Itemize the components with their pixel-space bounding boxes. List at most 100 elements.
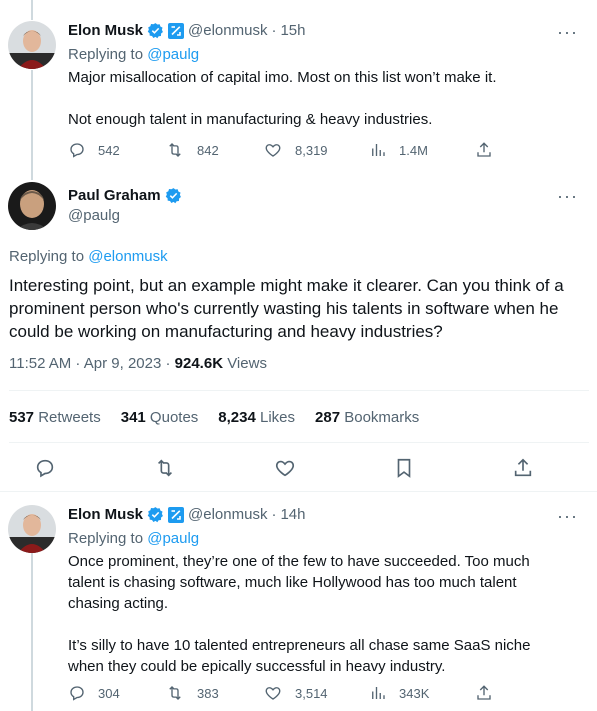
author-handle-row: @paulg [68, 207, 120, 224]
author-handle[interactable]: @elonmusk [188, 22, 267, 39]
divider [0, 491, 597, 492]
reply-icon [70, 143, 84, 158]
bookmarks-count: 287 [315, 409, 341, 426]
heart-icon [265, 144, 281, 157]
like-button[interactable]: 8,319 [263, 141, 369, 159]
separator-dot: · [271, 506, 277, 523]
replying-label: Replying to [68, 46, 144, 63]
timestamp[interactable]: 11:52 AM · Apr 9, 2023 · [9, 355, 175, 372]
views-count: 1.4M [399, 142, 428, 158]
more-horizontal-icon[interactable]: ··· [557, 187, 578, 205]
author-name[interactable]: Elon Musk [68, 506, 143, 523]
bookmarks-stat[interactable]: 287 Bookmarks [315, 409, 419, 426]
retweet-button[interactable]: 383 [165, 684, 263, 702]
retweet-count: 383 [197, 685, 219, 701]
like-count: 8,319 [295, 142, 328, 158]
timestamp[interactable]: 14h [280, 506, 305, 523]
author-name[interactable]: Elon Musk [68, 22, 143, 39]
replying-handle-link[interactable]: @paulg [147, 46, 199, 63]
divider [9, 390, 589, 391]
x-affiliation-icon[interactable] [168, 22, 185, 39]
reply-icon [70, 686, 84, 701]
share-button[interactable] [475, 141, 493, 159]
views-label: Views [223, 355, 267, 372]
author-name[interactable]: Paul Graham [68, 187, 161, 204]
tweet-meta: 11:52 AM · Apr 9, 2023 · 924.6K Views [9, 355, 267, 372]
reply-count: 542 [98, 142, 120, 158]
share-icon [477, 142, 491, 157]
views-button[interactable]: 343K [369, 684, 475, 702]
x-affiliation-icon[interactable] [168, 506, 185, 523]
replying-to: Replying to @paulg [68, 46, 199, 63]
reply-button[interactable] [34, 457, 56, 479]
verified-badge-icon[interactable] [147, 22, 164, 39]
quotes-stat[interactable]: 341 Quotes [121, 409, 199, 426]
divider [9, 442, 589, 443]
replying-label: Replying to [68, 530, 144, 547]
bookmark-button[interactable] [393, 457, 415, 479]
likes-stat[interactable]: 8,234 Likes [218, 409, 295, 426]
replying-label: Replying to [9, 248, 85, 265]
likes-count: 8,234 [218, 409, 256, 426]
views-count: 343K [399, 685, 430, 701]
author-row: Elon Musk @elonmusk · 14h [68, 506, 305, 523]
tweet-actions: 542 842 8,319 1.4M [68, 141, 508, 159]
avatar[interactable] [8, 182, 56, 230]
quotes-label: Quotes [145, 409, 199, 426]
bookmarks-label: Bookmarks [340, 409, 420, 426]
avatar[interactable] [8, 21, 56, 69]
reply-count: 304 [98, 685, 120, 701]
timestamp[interactable]: 15h [280, 22, 305, 39]
replying-to: Replying to @elonmusk [9, 248, 168, 265]
like-button[interactable]: 3,514 [263, 684, 369, 702]
separator-dot: · [271, 22, 277, 39]
verified-badge-icon[interactable] [147, 506, 164, 523]
engagement-stats: 537 Retweets 341 Quotes 8,234 Likes 287 … [9, 409, 439, 426]
tweet-text: Interesting point, but an example might … [9, 276, 564, 341]
retweet-button[interactable] [153, 457, 177, 479]
replying-to: Replying to @paulg [68, 530, 199, 547]
more-horizontal-icon[interactable]: ··· [557, 23, 578, 41]
verified-badge-icon[interactable] [165, 187, 182, 204]
share-icon [477, 685, 491, 700]
quotes-count: 341 [120, 409, 146, 426]
avatar[interactable] [8, 505, 56, 553]
author-row: Elon Musk @elonmusk · 15h [68, 22, 305, 39]
thread-line-1 [31, 70, 33, 180]
more-horizontal-icon[interactable]: ··· [557, 507, 578, 525]
replying-handle-link[interactable]: @paulg [147, 530, 199, 547]
reply-button[interactable]: 304 [68, 684, 165, 702]
retweets-count: 537 [9, 409, 35, 426]
author-row: Paul Graham [68, 187, 182, 204]
analytics-icon [372, 144, 385, 156]
thread-line-2 [31, 553, 33, 711]
share-icon [514, 458, 532, 477]
share-button[interactable] [475, 684, 493, 702]
heart-icon [275, 460, 295, 477]
views-button[interactable]: 1.4M [369, 141, 475, 159]
retweet-icon [157, 459, 173, 477]
replying-handle-link[interactable]: @elonmusk [88, 248, 167, 265]
author-handle[interactable]: @elonmusk [188, 506, 267, 523]
share-button[interactable] [512, 457, 534, 479]
reply-button[interactable]: 542 [68, 141, 165, 159]
like-button[interactable] [274, 457, 296, 479]
author-handle[interactable]: @paulg [68, 207, 120, 224]
likes-label: Likes [255, 409, 296, 426]
retweet-count: 842 [197, 142, 219, 158]
tweet-actions: 304 383 3,514 343K [68, 684, 508, 702]
views-count: 924.6K [174, 355, 224, 372]
analytics-icon [372, 687, 385, 699]
tweet-text: Once prominent, they’re one of the few t… [68, 553, 531, 675]
tweet-text: Major misallocation of capital imo. Most… [68, 69, 497, 128]
retweet-button[interactable]: 842 [165, 141, 263, 159]
retweet-icon [169, 143, 181, 157]
like-count: 3,514 [295, 685, 328, 701]
retweets-stat[interactable]: 537 Retweets [9, 409, 101, 426]
reply-icon [36, 459, 54, 478]
thread-line-top [31, 0, 33, 20]
main-tweet-actions [34, 457, 534, 479]
retweet-icon [169, 686, 181, 700]
heart-icon [265, 687, 281, 700]
retweets-label: Retweets [34, 409, 101, 426]
